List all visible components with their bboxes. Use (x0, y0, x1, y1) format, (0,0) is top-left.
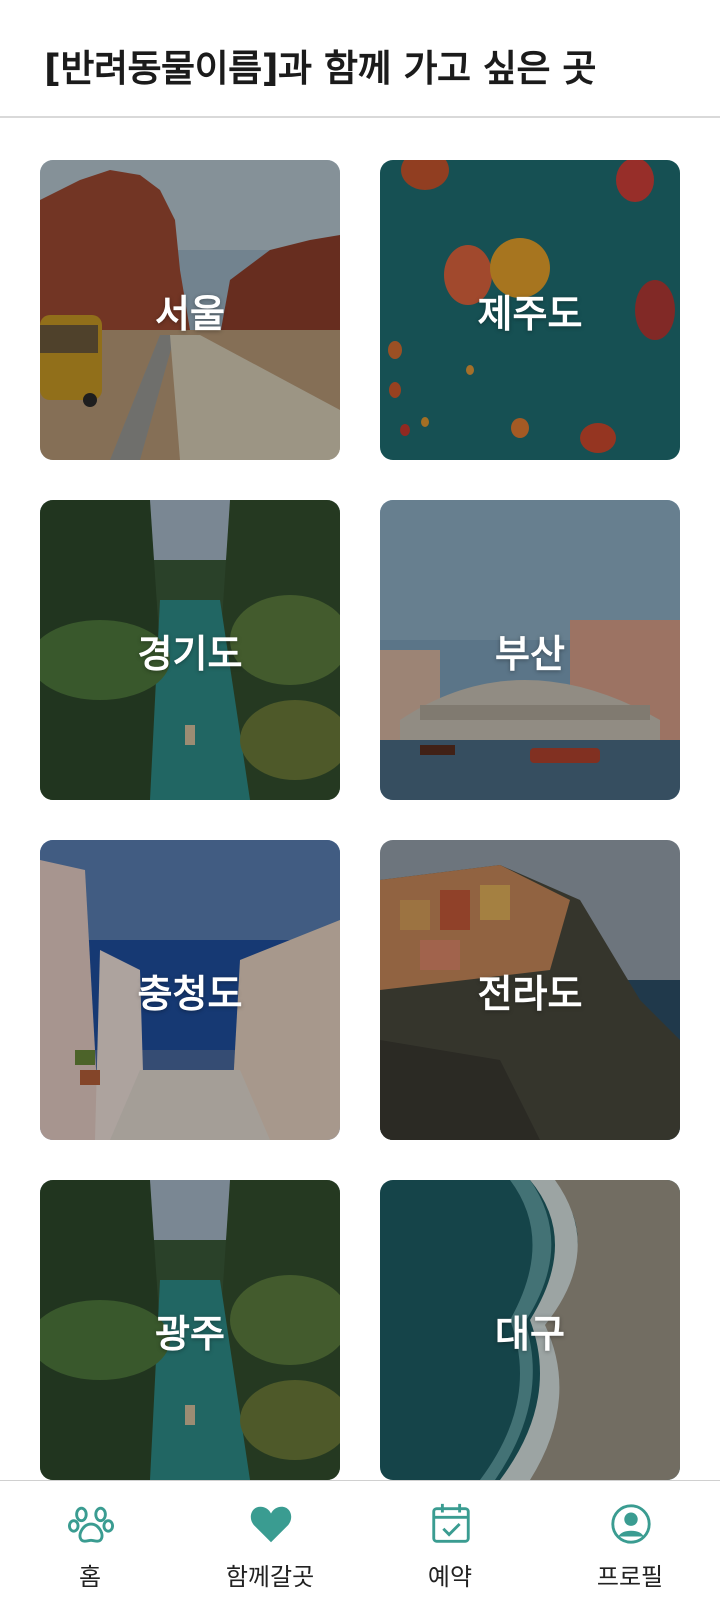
tab-label: 프로필 (596, 1563, 664, 1591)
tab-reservation[interactable]: 예약 (360, 1481, 540, 1600)
region-card-seoul[interactable]: 서울 (40, 160, 340, 460)
user-circle-icon (611, 1504, 651, 1544)
region-label: 경기도 (137, 631, 243, 676)
app-header: [반려동물이름]과 함께 가고 싶은 곳 (0, 0, 720, 118)
region-label: 부산 (495, 631, 565, 676)
region-card-jeolla[interactable]: 전라도 (380, 840, 680, 1140)
tab-profile[interactable]: 프로필 (540, 1481, 720, 1600)
region-card-chungcheong[interactable]: 충청도 (40, 840, 340, 1140)
region-label: 충청도 (137, 971, 243, 1016)
calendar-check-icon (432, 1503, 470, 1543)
paw-icon (68, 1506, 114, 1543)
bottom-tab-bar: 홈 함께갈곳 예약 프로필 (0, 1480, 720, 1600)
region-card-busan[interactable]: 부산 (380, 500, 680, 800)
region-card-jeju[interactable]: 제주도 (380, 160, 680, 460)
heart-icon (250, 1506, 292, 1543)
region-label: 광주 (155, 1311, 225, 1356)
region-label: 제주도 (477, 291, 583, 336)
tab-label: 예약 (427, 1563, 473, 1591)
region-label: 대구 (495, 1311, 565, 1356)
tab-label: 홈 (78, 1563, 102, 1591)
tab-places[interactable]: 함께갈곳 (180, 1481, 360, 1600)
region-card-gyeonggi[interactable]: 경기도 (40, 500, 340, 800)
page-title: [반려동물이름]과 함께 가고 싶은 곳 (44, 47, 596, 90)
tab-label: 함께갈곳 (225, 1563, 315, 1591)
region-card-gwangju[interactable]: 광주 (40, 1180, 340, 1480)
tab-home[interactable]: 홈 (0, 1481, 180, 1600)
region-label: 전라도 (477, 971, 583, 1016)
region-card-daegu[interactable]: 대구 (380, 1180, 680, 1480)
region-label: 서울 (155, 291, 225, 336)
